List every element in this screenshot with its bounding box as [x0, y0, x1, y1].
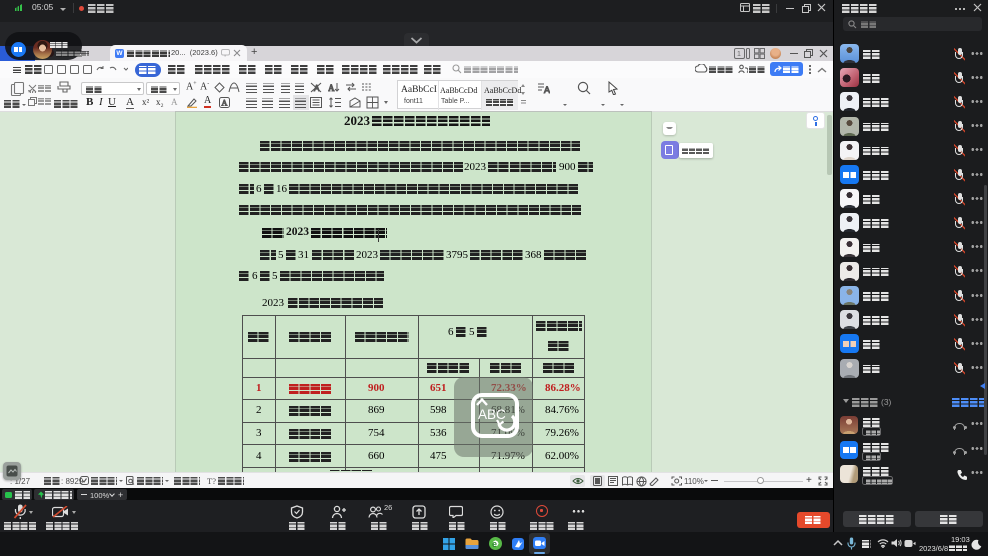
svg-text:A: A	[222, 99, 228, 108]
svg-text:1: 1	[737, 51, 741, 58]
